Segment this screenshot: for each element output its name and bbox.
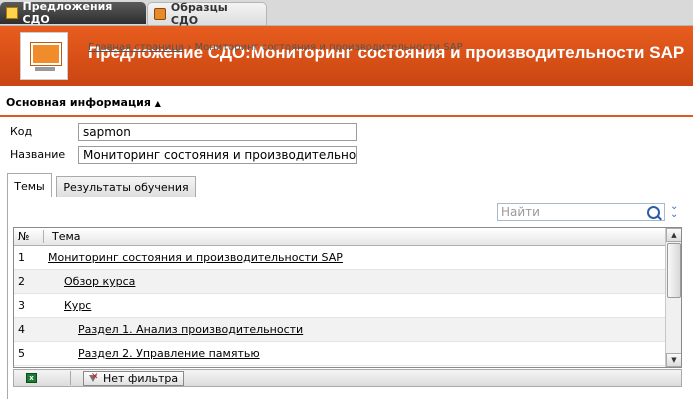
code-label: Код	[10, 125, 33, 138]
collapse-icon: ▲	[154, 99, 161, 108]
tab-learning-results[interactable]: Результаты обучения	[56, 176, 196, 197]
row-number: 4	[18, 323, 25, 336]
breadcrumb-current: Мониторинг состояния и производительност…	[194, 42, 463, 53]
section-main-info[interactable]: Основная информация ▲	[0, 93, 693, 117]
name-field[interactable]: Мониторинг состояния и производительност…	[78, 146, 357, 164]
search-icon[interactable]	[647, 206, 660, 219]
tab-label: Образцы СДО	[170, 1, 228, 27]
column-topic[interactable]: Тема	[52, 230, 81, 243]
breadcrumb-separator: ›	[184, 42, 195, 53]
table-row[interactable]: 2 Обзор курса	[14, 270, 665, 294]
search-input[interactable]: Найти	[497, 203, 665, 221]
monitor-icon	[20, 32, 68, 80]
document-icon	[6, 7, 18, 19]
scroll-down-icon[interactable]: ▼	[666, 353, 681, 367]
row-topic-link[interactable]: Обзор курса	[64, 275, 135, 288]
section-title: Основная информация ▲	[6, 96, 161, 109]
table-row[interactable]: 3 Курс	[14, 294, 665, 318]
table-row[interactable]: 4 Раздел 1. Анализ производительности	[14, 318, 665, 342]
top-tab-strip: Предложения СДО Образцы СДО	[0, 0, 693, 27]
row-topic-link[interactable]: Мониторинг состояния и производительност…	[48, 251, 343, 264]
expand-icon[interactable]: ⌄ ⌄	[670, 202, 678, 220]
table-row[interactable]: 1 Мониторинг состояния и производительно…	[14, 246, 665, 270]
no-filter-label: Нет фильтра	[103, 372, 179, 385]
page-header: Предложение СДО:Мониторинг состояния и п…	[0, 26, 693, 86]
row-number: 1	[18, 251, 25, 264]
search-placeholder: Найти	[501, 205, 540, 219]
scroll-thumb[interactable]	[667, 243, 681, 298]
row-topic-link[interactable]: Курс	[64, 299, 91, 312]
row-number: 3	[18, 299, 25, 312]
breadcrumb: Главная страница › Мониторинг состояния …	[88, 42, 463, 53]
inner-tabs: Темы Результаты обучения	[7, 173, 693, 198]
tab-label: Предложения СДО	[22, 0, 113, 26]
row-topic-link[interactable]: Раздел 2. Управление памятью	[78, 347, 260, 360]
filter-clear-icon	[88, 372, 99, 384]
code-field[interactable]: sapmon	[78, 123, 357, 141]
grid-toolbar: x Нет фильтра	[13, 369, 682, 387]
name-label: Название	[10, 148, 66, 161]
grid-header: № Тема	[14, 228, 665, 246]
breadcrumb-home-link[interactable]: Главная страница	[88, 42, 184, 53]
tab-lms-offers[interactable]: Предложения СДО	[0, 0, 146, 26]
excel-export-icon[interactable]: x	[26, 373, 37, 383]
table-row[interactable]: 5 Раздел 2. Управление памятью	[14, 342, 665, 366]
no-filter-button[interactable]: Нет фильтра	[83, 371, 184, 386]
row-number: 5	[18, 347, 25, 360]
tab-lms-samples[interactable]: Образцы СДО	[147, 1, 267, 27]
scroll-up-icon[interactable]: ▲	[666, 228, 681, 242]
grid-scrollbar[interactable]: ▲ ▼	[665, 228, 681, 367]
topics-grid: № Тема 1 Мониторинг состояния и производ…	[13, 227, 682, 368]
column-number[interactable]: №	[18, 230, 29, 243]
row-number: 2	[18, 275, 25, 288]
row-topic-link[interactable]: Раздел 1. Анализ производительности	[78, 323, 303, 336]
document-icon	[154, 8, 166, 20]
tab-topics[interactable]: Темы	[7, 173, 52, 198]
